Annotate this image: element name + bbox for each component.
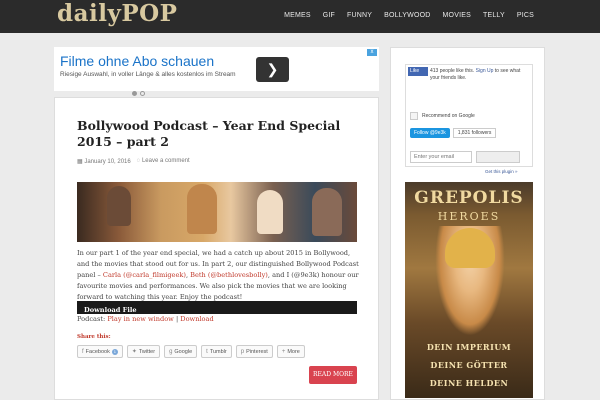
email-subscribe-input[interactable] (410, 151, 472, 163)
site-logo[interactable]: dailyPOP (57, 0, 177, 27)
comment-link[interactable]: ◌ Leave a comment (137, 158, 190, 165)
share-label-text: Twitter (138, 348, 156, 355)
share-buttons: f Facebook 1 ✦ Twitter g Google t Tumblr p Pin… (77, 345, 305, 358)
post-date: ▦ January 10, 2016 (77, 158, 131, 165)
read-more-button[interactable]: READ MORE (309, 366, 357, 384)
play-new-window-link[interactable]: Play in new window (107, 315, 173, 323)
share-label-text: Facebook (85, 348, 110, 355)
ad-line-2: DEINE GÖTTER (430, 360, 508, 370)
google-recommend[interactable]: Recommend on Google (410, 112, 475, 120)
google-plus-icon[interactable] (410, 112, 418, 120)
post-excerpt: In our part 1 of the year end special, w… (77, 248, 359, 303)
ad-close-icon[interactable]: x (367, 49, 377, 56)
email-subscribe-button[interactable] (476, 151, 520, 163)
share-facebook-button[interactable]: f Facebook 1 (77, 345, 123, 358)
fb-like-count-text: 413 people like this. (430, 68, 475, 74)
podcast-label: Podcast: (77, 315, 106, 323)
share-pinterest-button[interactable]: p Pinterest (235, 345, 273, 358)
ad-line-3: DEINE HELDEN (429, 378, 509, 388)
twitter-icon: ✦ (131, 349, 137, 355)
sidebar-ad[interactable]: GREPOLIS HEROES DEIN IMPERIUM DEINE GÖTT… (405, 182, 533, 398)
ad-line-1: DEIN IMPERIUM (426, 342, 512, 352)
nav-item-pics[interactable]: PICS (511, 12, 540, 19)
image-figure (107, 186, 131, 226)
facebook-signup-link[interactable]: Sign Up (476, 68, 494, 74)
post-featured-image[interactable] (77, 182, 357, 242)
image-figure (257, 190, 283, 234)
twitter-follow-button[interactable]: Follow @9e3k (410, 128, 450, 138)
excerpt-separator: , (185, 271, 189, 279)
share-twitter-button[interactable]: ✦ Twitter (126, 345, 161, 358)
share-more-button[interactable]: + More (276, 345, 305, 358)
get-plugin-link[interactable]: Get this plugin » (485, 169, 518, 174)
share-google-button[interactable]: g Google (164, 345, 198, 358)
post-date-text: January 10, 2016 (84, 159, 131, 165)
carousel-dot[interactable] (140, 91, 145, 96)
google-recommend-label: Recommend on Google (422, 113, 475, 119)
ad-title[interactable]: Filme ohne Abo schauen (60, 53, 214, 69)
site-header: dailyPOP MEMES GIF FUNNY BOLLYWOOD MOVIE… (0, 0, 600, 33)
ad-subtitle: Riesige Auswahl, in voller Länge & alles… (60, 71, 236, 78)
share-label-text: Pinterest (246, 348, 268, 355)
share-label-text: More (287, 348, 300, 355)
post-title[interactable]: Bollywood Podcast – Year End Special 201… (77, 118, 347, 150)
tumblr-icon: t (206, 348, 208, 355)
ad-brand: GREPOLIS (414, 188, 524, 208)
main-nav: MEMES GIF FUNNY BOLLYWOOD MOVIES TELLY P… (278, 12, 540, 19)
podcast-separator: | (175, 315, 179, 323)
ad-next-arrow-icon[interactable]: ❯ (256, 57, 289, 82)
twitter-follow: Follow @9e3k 1,831 followers (410, 128, 497, 138)
podcast-links: Podcast: Play in new window | Download (77, 315, 214, 323)
facebook-icon: f (82, 348, 84, 355)
share-label: Share this: (77, 334, 111, 340)
comment-link-text[interactable]: Leave a comment (142, 158, 190, 164)
image-figure (187, 184, 217, 234)
post-meta: ▦ January 10, 2016 ◌ Leave a comment (77, 158, 190, 165)
nav-item-memes[interactable]: MEMES (278, 12, 317, 19)
comment-icon: ◌ (136, 158, 141, 164)
twitter-follower-count: 1,831 followers (452, 128, 497, 138)
ad-subtitle: HEROES (437, 210, 501, 223)
nav-item-telly[interactable]: TELLY (477, 12, 511, 19)
share-tumblr-button[interactable]: t Tumblr (201, 345, 232, 358)
plus-icon: + (281, 348, 286, 355)
link-carla[interactable]: Carla (@carla_filmigeek) (103, 271, 186, 279)
social-widget: Like 413 people like this. Sign Up to se… (405, 64, 533, 167)
podcast-player[interactable]: Download File (77, 301, 357, 314)
image-figure (312, 188, 342, 236)
sidebar: Like 413 people like this. Sign Up to se… (390, 47, 545, 400)
nav-item-bollywood[interactable]: BOLLYWOOD (378, 12, 436, 19)
download-link[interactable]: Download (180, 315, 213, 323)
article-card: Bollywood Podcast – Year End Special 201… (54, 97, 379, 400)
share-label-text: Tumblr (209, 348, 227, 355)
nav-item-movies[interactable]: MOVIES (437, 12, 477, 19)
nav-item-funny[interactable]: FUNNY (341, 12, 378, 19)
nav-item-gif[interactable]: GIF (317, 12, 341, 19)
pinterest-icon: p (240, 348, 245, 355)
link-beth[interactable]: Beth (@bethlovesbolly) (190, 271, 268, 279)
carousel-dot-active[interactable] (132, 91, 137, 96)
facebook-like-button[interactable]: Like (408, 67, 428, 76)
share-count-badge: 1 (111, 348, 118, 355)
calendar-icon: ▦ (77, 159, 83, 165)
google-icon: g (169, 348, 173, 355)
top-ad-banner[interactable]: Filme ohne Abo schauen Riesige Auswahl, … (54, 47, 379, 91)
share-label-text: Google (174, 348, 193, 355)
facebook-like-text: 413 people like this. Sign Up to see wha… (430, 68, 530, 82)
